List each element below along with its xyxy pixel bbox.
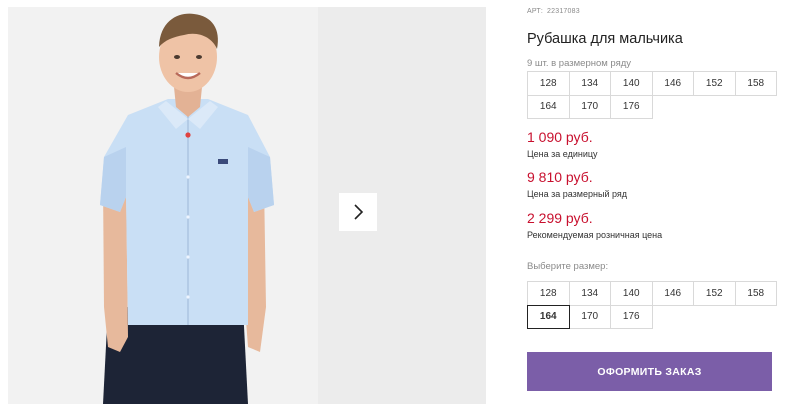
- size-row-cell: 152: [693, 71, 736, 96]
- sku-label: АРТ:: [527, 8, 544, 15]
- size-option-140[interactable]: 140: [610, 281, 653, 306]
- retail-price-label: Рекомендуемая розничная цена: [527, 230, 663, 240]
- size-option-170[interactable]: 170: [568, 304, 611, 329]
- product-page: АРТ: 22317083 Рубашка для мальчика 9 шт. …: [0, 0, 800, 404]
- unit-price-label: Цена за единицу: [527, 149, 598, 159]
- size-row-note: 9 шт. в размерном ряду: [527, 58, 632, 69]
- product-photo: [8, 7, 318, 404]
- size-option-146[interactable]: 146: [651, 281, 694, 306]
- size-row-cell: 146: [651, 71, 694, 96]
- order-button[interactable]: ОФОРМИТЬ ЗАКАЗ: [527, 352, 772, 391]
- product-sku: АРТ: 22317083: [527, 8, 584, 15]
- unit-price: 1 090 руб.: [527, 129, 593, 145]
- size-row-cell: 164: [527, 94, 570, 119]
- size-row-cell: 176: [610, 94, 653, 119]
- retail-price: 2 299 руб.: [527, 210, 593, 226]
- sku-value: 22317083: [547, 8, 580, 15]
- product-gallery: [8, 7, 486, 404]
- size-option-134[interactable]: 134: [568, 281, 611, 306]
- size-selector: 128 134 140 146 152 158 164 170 176: [527, 281, 777, 329]
- size-row-grid: 128 134 140 146 152 158 164 170 176: [527, 71, 777, 119]
- product-title: Рубашка для мальчика: [527, 31, 683, 47]
- size-option-176[interactable]: 176: [610, 304, 653, 329]
- size-row-cell: 158: [734, 71, 777, 96]
- size-option-128[interactable]: 128: [527, 281, 570, 306]
- size-row-cell: 170: [568, 94, 611, 119]
- size-option-152[interactable]: 152: [693, 281, 736, 306]
- row-price-label: Цена за размерный ряд: [527, 189, 628, 199]
- size-row-cell: 128: [527, 71, 570, 96]
- size-row-cell: 134: [568, 71, 611, 96]
- next-image-button[interactable]: [339, 193, 377, 231]
- row-price: 9 810 руб.: [527, 169, 593, 185]
- choose-size-label: Выберите размер:: [527, 261, 609, 272]
- size-row-cell: 140: [610, 71, 653, 96]
- size-option-164[interactable]: 164: [527, 304, 570, 329]
- chevron-right-icon: [354, 204, 364, 220]
- size-option-158[interactable]: 158: [734, 281, 777, 306]
